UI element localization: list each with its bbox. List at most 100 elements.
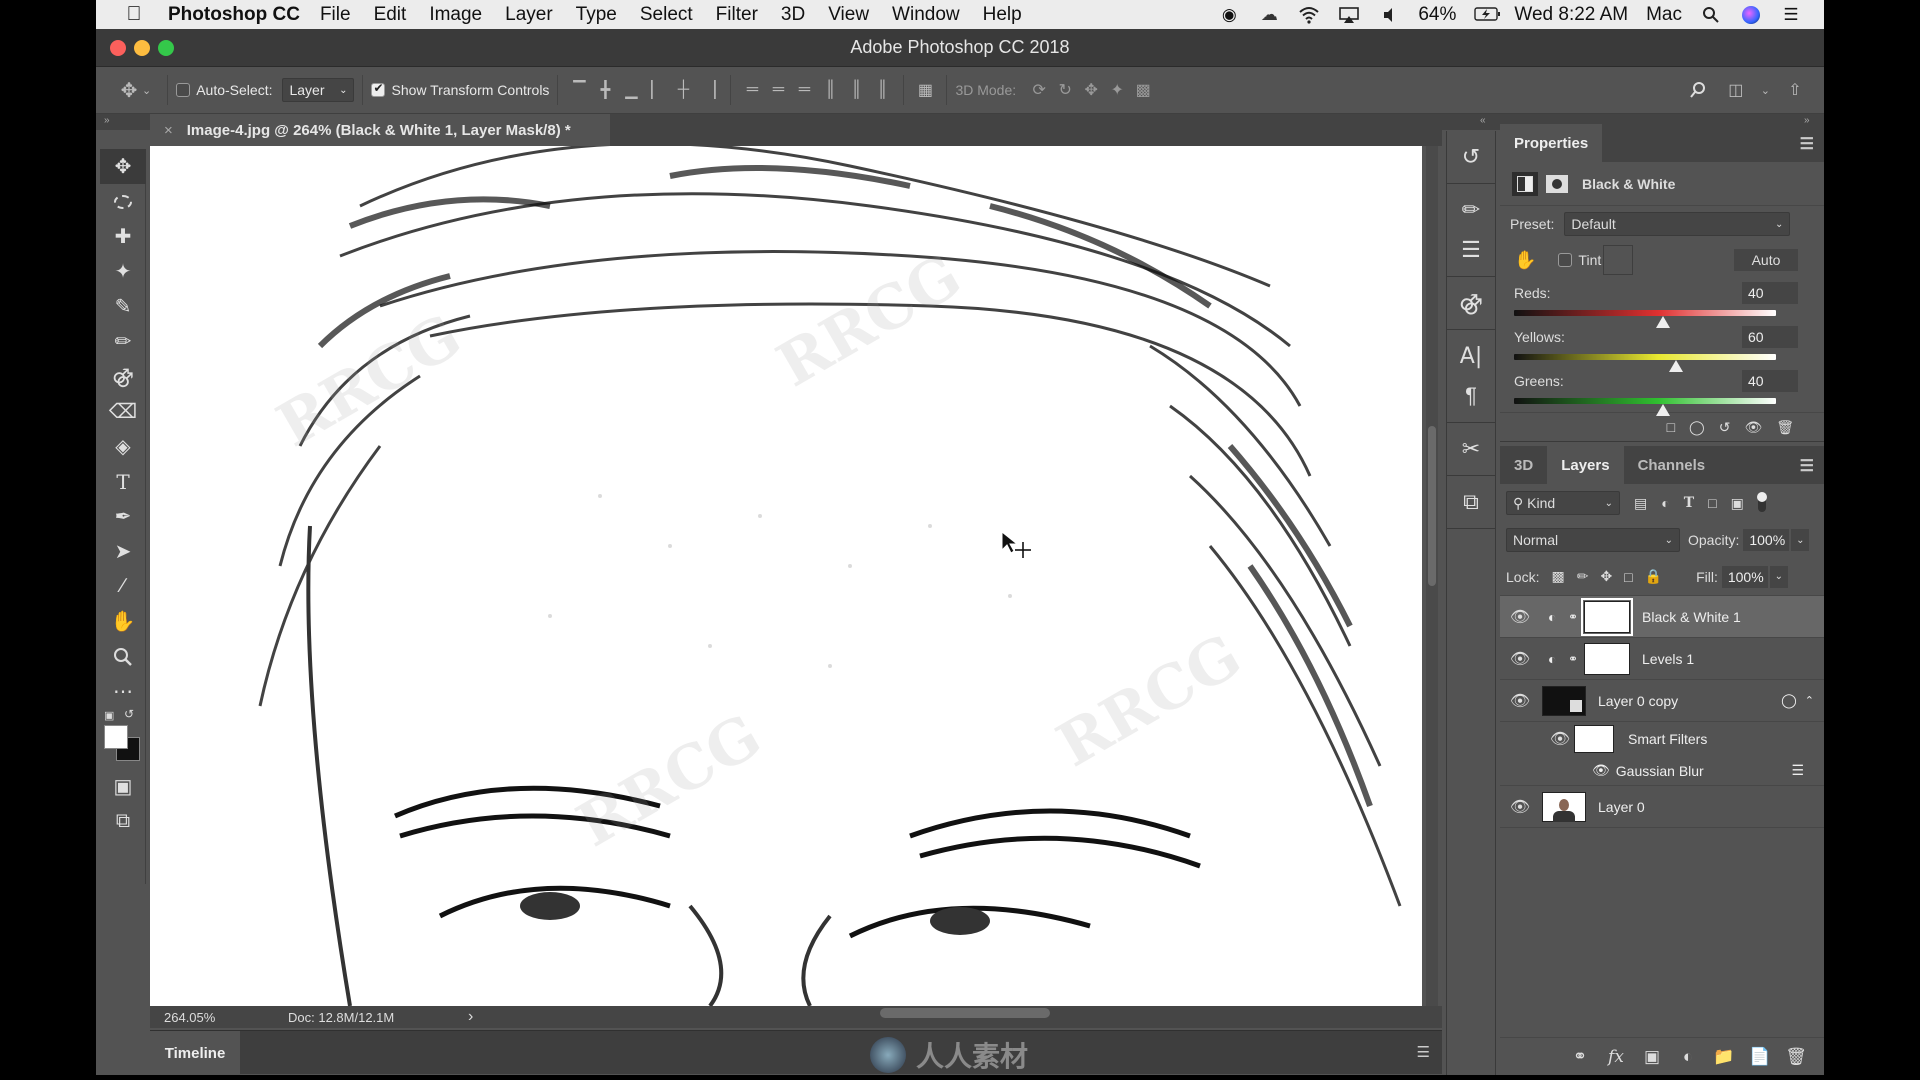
menu-edit[interactable]: Edit <box>374 4 407 26</box>
menu-view[interactable]: View <box>828 4 869 26</box>
visibility-eye-icon[interactable]: 👁 <box>1500 797 1540 817</box>
move-tool[interactable]: ✥ <box>100 149 146 184</box>
distribute-top-edges-icon[interactable]: ═ <box>739 77 765 103</box>
visibility-eye-icon[interactable]: 👁 <box>1592 762 1610 779</box>
menu-filter[interactable]: Filter <box>716 4 758 26</box>
clone-source-button[interactable]: ⚣ <box>1447 283 1495 323</box>
3d-slide-icon[interactable]: ✦ <box>1104 77 1130 103</box>
new-group-icon[interactable]: 📁 <box>1706 1047 1742 1067</box>
tab-properties[interactable]: Properties <box>1500 124 1603 162</box>
share-icon[interactable]: ⇧ <box>1782 77 1808 103</box>
lock-position-icon[interactable]: ✥ <box>1600 568 1612 585</box>
quick-selection-tool[interactable]: ✦ <box>100 254 146 289</box>
image-canvas[interactable]: RRCG RRCG RRCG RRCG <box>150 146 1422 1006</box>
filter-toggle-switch[interactable] <box>1756 492 1767 512</box>
menu-type[interactable]: Type <box>576 4 617 26</box>
auto-select-checkbox[interactable] <box>176 83 191 97</box>
lasso-tool[interactable]: ✚ <box>100 219 146 254</box>
new-layer-icon[interactable]: 📄 <box>1742 1047 1778 1067</box>
hand-tool[interactable]: ✋ <box>100 604 146 639</box>
tint-color-swatch[interactable] <box>1603 245 1634 275</box>
smart-object-thumbnail[interactable] <box>1542 685 1586 716</box>
menu-window[interactable]: Window <box>892 4 960 26</box>
view-previous-state-icon[interactable]: ◯ <box>1689 419 1705 436</box>
slider-track[interactable] <box>1514 398 1776 416</box>
blend-mode-dropdown[interactable]: Normal ⌄ <box>1506 528 1680 552</box>
close-document-icon[interactable]: × <box>164 122 173 139</box>
collapse-dock-icon[interactable]: « <box>1480 115 1486 126</box>
layer-row-layer-0[interactable]: 👁 Layer 0 <box>1500 786 1824 828</box>
slider-thumb[interactable] <box>1669 360 1684 372</box>
status-menu-arrow[interactable]: › <box>468 1008 473 1026</box>
timeline-menu-icon[interactable]: ☰ <box>1417 1043 1430 1061</box>
notification-center-icon[interactable]: ☰ <box>1780 5 1802 24</box>
distribute-left-edges-icon[interactable]: ║ <box>817 77 843 103</box>
slider-track[interactable] <box>1514 354 1776 372</box>
layers-menu-icon[interactable]: ☰ <box>1800 456 1814 476</box>
align-vertical-centers-icon[interactable]: ╋ <box>592 77 618 103</box>
apple-menu-icon[interactable]:  <box>114 3 154 26</box>
zoom-level[interactable]: 264.05% <box>164 1010 288 1025</box>
3d-pan-icon[interactable]: ✥ <box>1078 77 1104 103</box>
slider-value-input[interactable]: 40 <box>1742 370 1798 392</box>
preset-dropdown[interactable]: Default ⌄ <box>1564 212 1791 236</box>
slider-thumb[interactable] <box>1656 404 1671 416</box>
distribute-vertical-centers-icon[interactable]: ═ <box>765 77 791 103</box>
adjustment-layer-icon[interactable] <box>1512 171 1538 196</box>
quick-mask-button[interactable]: ▣ <box>100 769 146 804</box>
toggle-visibility-icon[interactable]: 👁 <box>1744 419 1762 436</box>
vertical-scrollbar[interactable] <box>1426 146 1438 1008</box>
slider-thumb[interactable] <box>1656 316 1671 328</box>
eraser-tool[interactable]: ⌫ <box>100 394 146 429</box>
expand-toolbar-icon[interactable]: » <box>104 115 110 126</box>
document-tab[interactable]: × Image-4.jpg @ 264% (Black & White 1, L… <box>150 114 610 146</box>
type-tool[interactable]: T <box>100 464 146 499</box>
close-window-button[interactable] <box>110 40 126 56</box>
edit-toolbar-button[interactable]: ⋯ <box>100 674 146 709</box>
paragraph-panel-button[interactable]: ¶ <box>1447 376 1495 416</box>
history-panel-button[interactable]: ↺ <box>1447 137 1495 177</box>
battery-charging-icon[interactable] <box>1474 6 1501 24</box>
align-horizontal-centers-icon[interactable]: ┼ <box>670 77 696 103</box>
add-layer-mask-icon[interactable]: ▣ <box>1634 1047 1670 1067</box>
path-selection-tool[interactable]: ➤ <box>100 534 146 569</box>
user-name[interactable]: Mac <box>1646 4 1682 26</box>
filter-adjustment-icon[interactable]: ◐ <box>1661 495 1669 511</box>
show-transform-controls-checkbox[interactable] <box>371 81 386 97</box>
default-colors-icon[interactable]: ▣ <box>104 709 114 722</box>
3d-orbit-icon[interactable]: ⟳ <box>1026 77 1052 103</box>
filter-type-icon[interactable]: T <box>1684 495 1694 511</box>
zoom-tool[interactable] <box>100 639 146 674</box>
align-left-edges-icon[interactable]: ▏ <box>644 77 670 103</box>
layer-row-layer-0-copy[interactable]: 👁 Layer 0 copy ◯ ⌃ <box>1500 680 1824 722</box>
menu-help[interactable]: Help <box>983 4 1022 26</box>
zoom-window-button[interactable] <box>158 40 174 56</box>
brush-presets-button[interactable]: ✏ <box>1447 190 1495 230</box>
align-right-edges-icon[interactable]: ▕ <box>696 77 722 103</box>
siri-icon[interactable] <box>1740 5 1762 24</box>
lock-transparent-pixels-icon[interactable]: ▩ <box>1551 568 1564 585</box>
wifi-icon[interactable] <box>1298 6 1320 24</box>
targeted-adjustment-hand-icon[interactable]: ✋ <box>1514 250 1536 271</box>
new-adjustment-layer-icon[interactable]: ◐ <box>1670 1047 1706 1067</box>
layer-row-levels-1[interactable]: 👁 ◐ ⚭ Levels 1 <box>1500 638 1824 680</box>
menu-file[interactable]: File <box>320 4 351 26</box>
clone-stamp-tool[interactable]: ⚣ <box>100 359 146 394</box>
auto-align-layers-icon[interactable]: ▦ <box>912 77 938 103</box>
workspace-switcher-icon[interactable]: ◫ <box>1723 77 1749 103</box>
distribute-horizontal-centers-icon[interactable]: ║ <box>843 77 869 103</box>
tab-channels[interactable]: Channels <box>1624 446 1720 484</box>
menu-image[interactable]: Image <box>429 4 482 26</box>
layer-thumbnail[interactable] <box>1542 791 1586 822</box>
opacity-slider-toggle[interactable]: ⌄ <box>1791 529 1810 551</box>
distribute-bottom-edges-icon[interactable]: ═ <box>791 77 817 103</box>
link-layers-icon[interactable]: ⚭ <box>1562 1047 1598 1067</box>
app-menu[interactable]: Photoshop CC <box>168 4 300 26</box>
opacity-input[interactable]: 100% <box>1743 529 1790 551</box>
foreground-color-swatch[interactable] <box>104 725 128 749</box>
align-top-edges-icon[interactable]: ▔ <box>566 77 592 103</box>
visibility-eye-icon[interactable]: 👁 <box>1500 691 1540 711</box>
screen-mode-button[interactable]: ⧉ <box>100 804 146 839</box>
filter-kind-dropdown[interactable]: ⚲ Kind ⌄ <box>1506 491 1620 515</box>
line-tool[interactable]: ∕ <box>100 569 146 604</box>
